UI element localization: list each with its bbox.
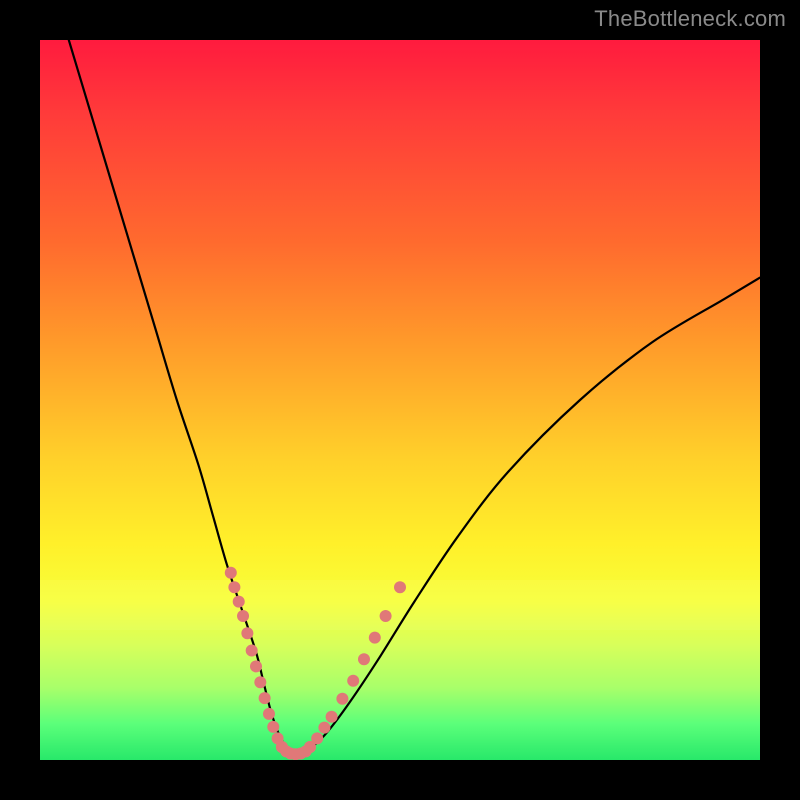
curve-dot (241, 627, 253, 639)
curve-dot (250, 660, 262, 672)
curve-dot (318, 722, 330, 734)
curve-dot (254, 676, 266, 688)
bottleneck-curve-path (69, 40, 760, 754)
curve-dot (259, 692, 271, 704)
curve-dot (358, 653, 370, 665)
curve-dot (336, 693, 348, 705)
plot-area (40, 40, 760, 760)
curve-dot (267, 721, 279, 733)
curve-dot (347, 675, 359, 687)
curve-dot (246, 645, 258, 657)
curve-dot (326, 711, 338, 723)
curve-dot (233, 596, 245, 608)
chart-frame: TheBottleneck.com (0, 0, 800, 800)
curve-dot (263, 708, 275, 720)
curve-dot (304, 741, 316, 753)
curve-dot (394, 581, 406, 593)
curve-dot (228, 581, 240, 593)
watermark-text: TheBottleneck.com (594, 6, 786, 32)
curve-dot (369, 632, 381, 644)
curve-svg (40, 40, 760, 760)
curve-dot (380, 610, 392, 622)
curve-dot (225, 567, 237, 579)
curve-dot (237, 610, 249, 622)
